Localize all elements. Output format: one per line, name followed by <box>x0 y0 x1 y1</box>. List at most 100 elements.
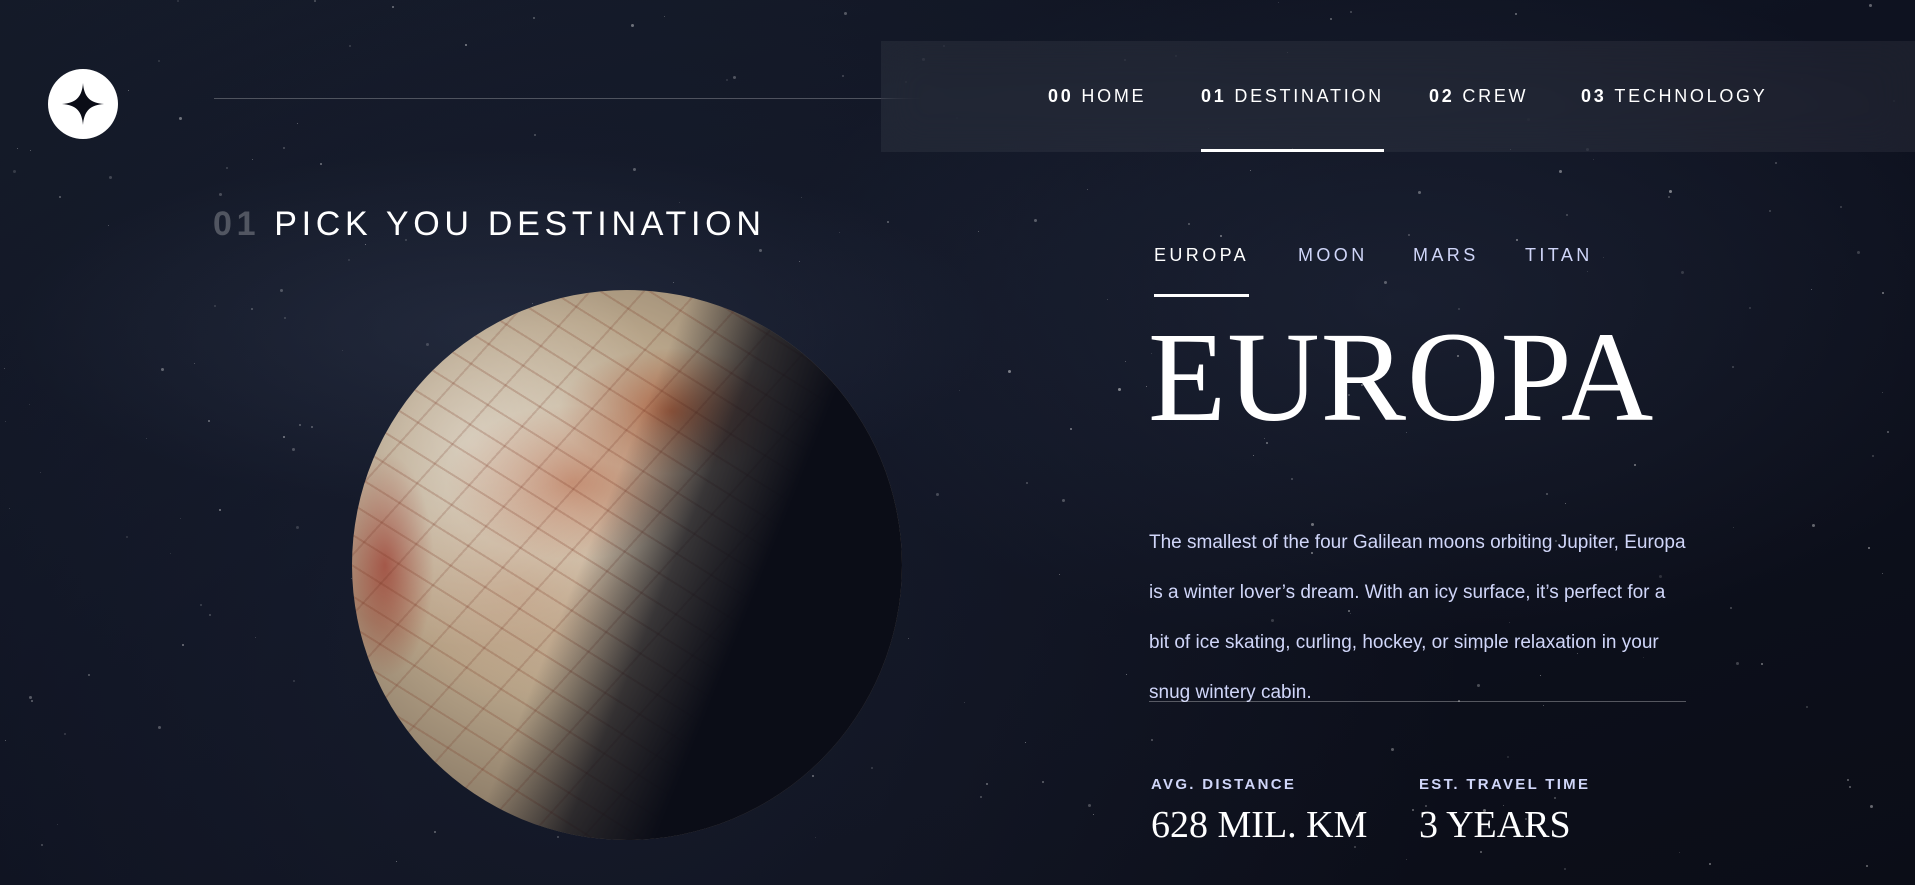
star-dot <box>1882 392 1883 393</box>
star-dot <box>296 526 299 529</box>
star-dot <box>1811 289 1812 290</box>
star-icon <box>62 83 104 125</box>
star-dot <box>1059 574 1060 575</box>
star-dot <box>177 0 179 2</box>
star-dot <box>320 163 322 165</box>
star-dot <box>13 170 16 173</box>
nav-label: DESTINATION <box>1234 86 1384 106</box>
star-dot <box>219 193 222 196</box>
header-divider-line <box>214 98 920 99</box>
star-dot <box>1681 271 1684 274</box>
star-dot <box>29 404 30 405</box>
star-dot <box>1220 235 1222 237</box>
star-dot <box>1887 431 1889 433</box>
star-dot <box>726 79 728 81</box>
star-dot <box>844 12 847 15</box>
star-dot <box>88 674 90 676</box>
star-dot <box>158 726 161 729</box>
star-dot <box>1769 210 1771 212</box>
nav-number: 02 <box>1429 86 1455 106</box>
star-dot <box>1516 239 1518 241</box>
star-dot <box>1070 428 1072 430</box>
star-dot <box>284 317 286 319</box>
star-dot <box>392 6 394 8</box>
star-dot <box>9 508 10 509</box>
logo-star-icon[interactable] <box>48 69 118 139</box>
star-dot <box>1093 814 1094 815</box>
star-dot <box>283 436 285 438</box>
star-dot <box>1408 234 1410 236</box>
star-dot <box>1418 191 1421 194</box>
star-dot <box>465 44 467 46</box>
star-dot <box>1559 170 1562 173</box>
star-dot <box>978 231 979 232</box>
nav-item-technology[interactable]: 03 TECHNOLOGY <box>1581 41 1767 152</box>
nav-label: TECHNOLOGY <box>1614 86 1768 106</box>
star-dot <box>1406 859 1407 860</box>
star-dot <box>1088 804 1091 807</box>
star-dot <box>1480 851 1482 853</box>
star-dot <box>980 796 982 798</box>
star-dot <box>1107 299 1108 300</box>
star-dot <box>158 60 160 62</box>
nav-item-home[interactable]: 00 HOME <box>1048 41 1146 152</box>
star-dot <box>673 282 674 283</box>
star-dot <box>64 733 66 735</box>
star-dot <box>1565 503 1566 504</box>
star-dot <box>1291 478 1293 480</box>
star-dot <box>297 123 298 124</box>
tab-europa[interactable]: EUROPA <box>1154 245 1250 297</box>
star-dot <box>1087 189 1088 190</box>
star-dot <box>1042 781 1044 783</box>
star-dot <box>30 150 31 151</box>
star-dot <box>633 168 636 171</box>
star-dot <box>1278 2 1279 3</box>
page-title-number: 01 <box>213 205 261 243</box>
star-dot <box>311 426 313 428</box>
nav-item-crew[interactable]: 02 CREW <box>1429 41 1528 152</box>
star-dot <box>5 421 6 422</box>
star-dot <box>348 259 350 261</box>
star-dot <box>365 244 366 245</box>
star-dot <box>1564 868 1566 870</box>
star-dot <box>964 702 965 703</box>
star-dot <box>1868 547 1870 549</box>
star-dot <box>200 604 202 606</box>
tab-moon[interactable]: MOON <box>1298 245 1368 297</box>
star-dot <box>1125 361 1126 362</box>
stat-value: 3 YEARS <box>1419 804 1571 846</box>
tab-titan[interactable]: TITAN <box>1525 245 1593 297</box>
star-dot <box>679 202 680 203</box>
stat-avg-distance: AVG. DISTANCE 628 MIL. KM <box>1151 776 1367 847</box>
star-dot <box>170 553 171 554</box>
star-dot <box>299 424 301 426</box>
nav-item-destination[interactable]: 01 DESTINATION <box>1201 41 1384 152</box>
star-dot <box>1515 13 1517 15</box>
star-dot <box>1350 11 1352 13</box>
star-dot <box>214 305 216 307</box>
star-dot <box>1634 464 1636 466</box>
star-dot <box>1882 292 1884 294</box>
star-dot <box>1882 573 1883 574</box>
star-dot <box>1253 455 1254 456</box>
star-dot <box>959 390 960 391</box>
star-dot <box>1391 748 1394 751</box>
star-dot <box>1008 370 1011 373</box>
star-dot <box>1126 674 1127 675</box>
star-dot <box>283 147 285 149</box>
tab-mars[interactable]: MARS <box>1413 245 1479 297</box>
star-dot <box>1669 190 1672 193</box>
star-dot <box>936 493 939 496</box>
destination-description: The smallest of the four Galilean moons … <box>1149 532 1686 703</box>
star-dot <box>292 448 295 451</box>
star-dot <box>29 696 32 699</box>
star-dot <box>293 680 295 682</box>
star-dot <box>733 76 736 79</box>
stat-label: AVG. DISTANCE <box>1151 776 1297 793</box>
star-dot <box>180 518 181 519</box>
star-dot <box>126 536 128 538</box>
star-dot <box>161 368 164 371</box>
star-dot <box>40 472 41 473</box>
star-dot <box>109 176 112 179</box>
star-dot <box>1749 307 1751 309</box>
